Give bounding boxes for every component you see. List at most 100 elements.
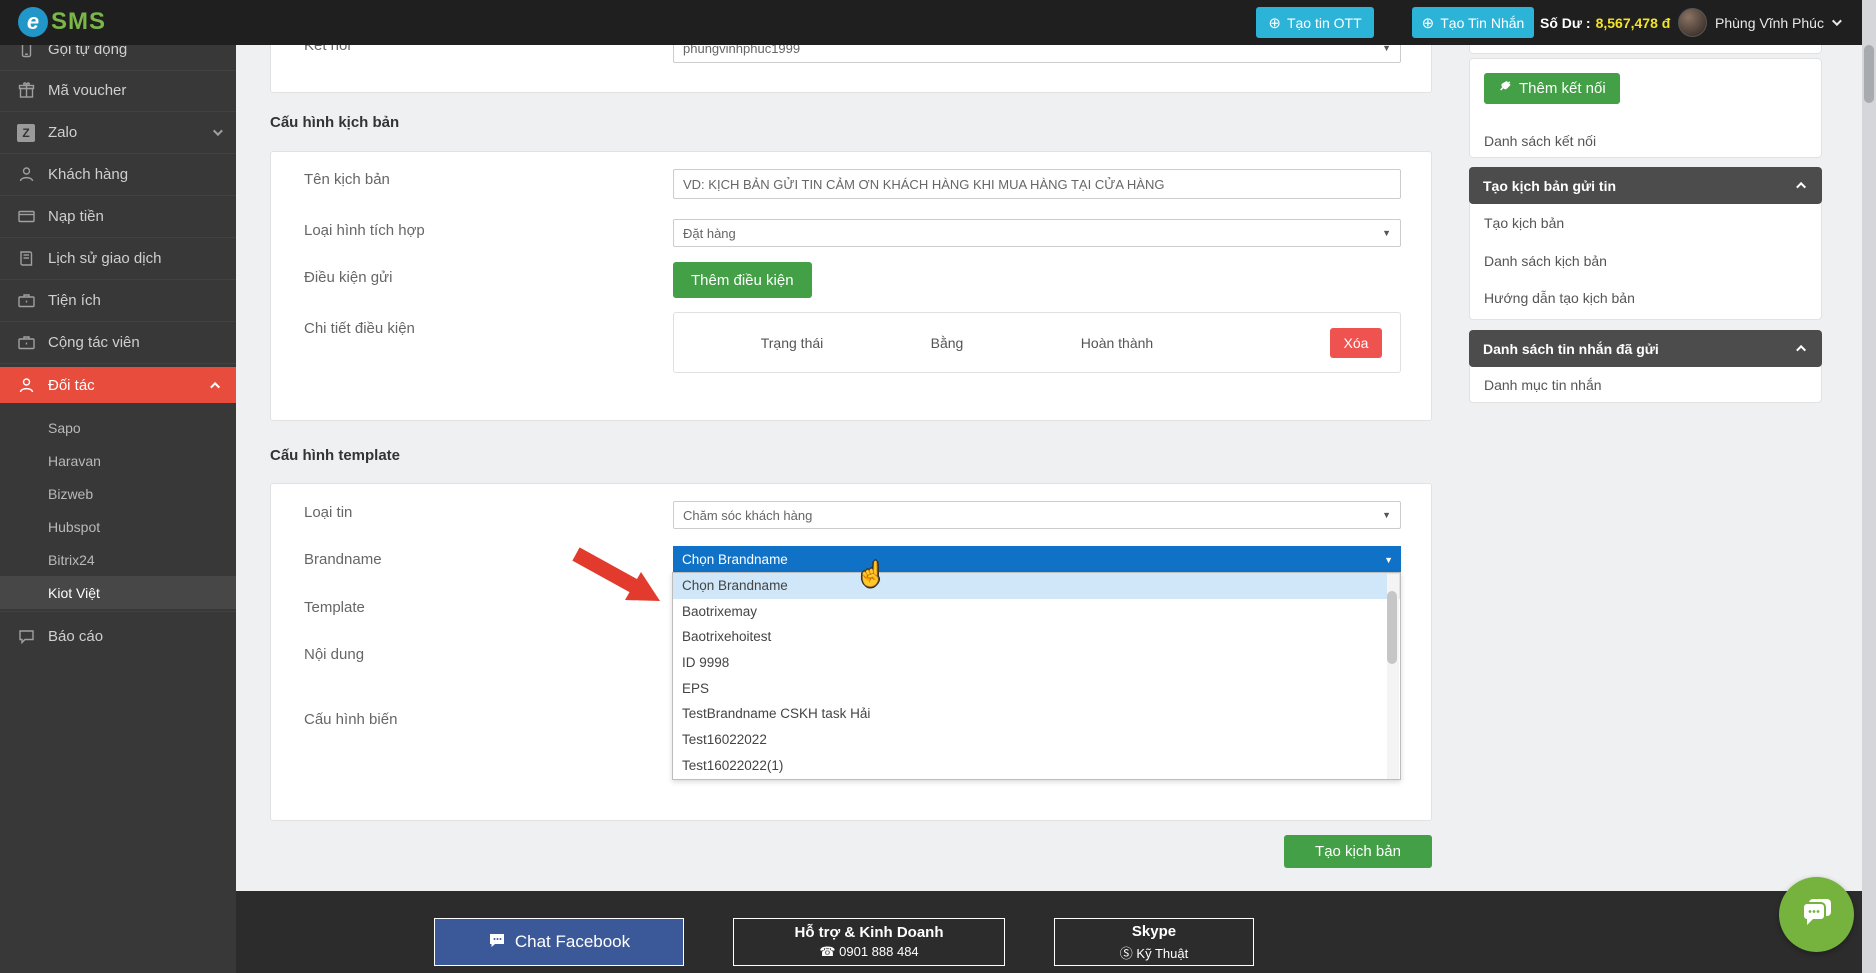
- skype-title: Skype: [1132, 923, 1176, 940]
- page-scrollbar-thumb[interactable]: [1864, 45, 1874, 103]
- script-list-link[interactable]: Danh sách kịch bản: [1484, 253, 1607, 269]
- sidebar-item-khach-hang[interactable]: Khách hàng: [0, 154, 236, 196]
- script-name-label: Tên kịch bản: [304, 171, 390, 188]
- integration-type-value: Đặt hàng: [683, 226, 736, 241]
- chat-bubbles-icon: [1797, 892, 1837, 937]
- delete-condition-button[interactable]: Xóa: [1330, 328, 1382, 358]
- sidebar-subitem-sapo[interactable]: Sapo: [0, 411, 236, 444]
- dropdown-scrollbar-thumb[interactable]: [1387, 591, 1397, 664]
- sidebar-item-nap-tien[interactable]: Nạp tiền: [0, 196, 236, 238]
- user-menu[interactable]: Phùng Vĩnh Phúc: [1715, 0, 1839, 45]
- dropdown-scrollbar[interactable]: [1387, 574, 1399, 779]
- sidebar-item-doi-tac[interactable]: Đối tác: [0, 367, 236, 403]
- chat-facebook-label: Chat Facebook: [515, 932, 630, 952]
- sidebar-item-label: Cộng tác viên: [48, 334, 140, 351]
- person-icon: [17, 166, 35, 183]
- brandname-dropdown: Chọn Brandname Baotrixemay Baotrixehoite…: [672, 572, 1401, 780]
- send-condition-label: Điều kiện gửi: [304, 269, 392, 286]
- message-type-select[interactable]: Chăm sóc khách hàng ▼: [673, 501, 1401, 529]
- sidebar-item-lich-su-giao-dich[interactable]: Lịch sử giao dịch: [0, 238, 236, 280]
- create-script-button[interactable]: Tạo kịch bản: [1284, 835, 1432, 868]
- content-label: Nội dung: [304, 646, 364, 663]
- dropdown-option[interactable]: Baotrixemay: [673, 599, 1400, 625]
- sidebar-item-label: Zalo: [48, 124, 77, 141]
- support-contact-button[interactable]: Hỗ trợ & Kinh Doanh ☎ 0901 888 484: [733, 918, 1005, 966]
- add-connection-button[interactable]: Thêm kết nối: [1484, 73, 1620, 104]
- dropdown-option[interactable]: Test16022022(1): [673, 753, 1400, 779]
- user-name: Phùng Vĩnh Phúc: [1715, 15, 1824, 31]
- sidebar-subitem-haravan[interactable]: Haravan: [0, 444, 236, 477]
- sidebar-item-goi-tu-dong[interactable]: Gọi tự động: [0, 45, 236, 71]
- logo-text: SMS: [51, 8, 106, 36]
- create-script-link[interactable]: Tạo kịch bản: [1484, 215, 1564, 231]
- dropdown-option[interactable]: Chọn Brandname: [673, 573, 1400, 599]
- credit-card-icon: [17, 208, 35, 225]
- add-condition-button[interactable]: Thêm điều kiện: [673, 262, 812, 298]
- condition-value: Hoàn thành: [1057, 335, 1177, 351]
- footer: Chat Facebook Hỗ trợ & Kinh Doanh ☎ 0901…: [236, 891, 1862, 973]
- create-ott-button[interactable]: ⊕ Tạo tin OTT: [1256, 7, 1374, 38]
- create-sms-button[interactable]: ⊕ Tạo Tin Nhắn: [1412, 7, 1534, 38]
- skype-icon: Ⓢ: [1120, 946, 1133, 961]
- integration-type-select[interactable]: Đặt hàng ▼: [673, 219, 1401, 247]
- facebook-chat-icon: [488, 931, 506, 954]
- chevron-up-icon: [210, 381, 220, 391]
- sidebar-subitem-bizweb[interactable]: Bizweb: [0, 477, 236, 510]
- template-label: Template: [304, 599, 365, 616]
- sidebar-item-label: Gọi tự động: [48, 45, 127, 58]
- chat-bubble-icon: [17, 628, 35, 645]
- sidebar-item-label: Báo cáo: [48, 628, 103, 645]
- dropdown-option[interactable]: Baotrixehoitest: [673, 624, 1400, 650]
- live-chat-widget-button[interactable]: [1779, 877, 1854, 952]
- connection-list-link[interactable]: Danh sách kết nối: [1484, 133, 1596, 149]
- group-header-create-script[interactable]: Tạo kịch bản gửi tin: [1469, 167, 1822, 204]
- sidebar-item-bao-cao[interactable]: Báo cáo: [0, 615, 236, 657]
- section-title-script-config: Cấu hình kịch bản: [270, 114, 399, 131]
- message-type-value: Chăm sóc khách hàng: [683, 508, 812, 523]
- balance-label: Số Dư :: [1540, 15, 1591, 31]
- dropdown-option[interactable]: ID 9998: [673, 650, 1400, 676]
- sidebar-item-ma-voucher[interactable]: Mã voucher: [0, 70, 236, 112]
- sidebar-item-cong-tac-vien[interactable]: Cộng tác viên: [0, 322, 236, 364]
- section-title-template-config: Cấu hình template: [270, 447, 400, 464]
- dropdown-option[interactable]: TestBrandname CSKH task Hải: [673, 701, 1400, 727]
- sidebar-subitem-kiot-viet[interactable]: Kiot Việt: [0, 576, 236, 609]
- person-icon: [17, 377, 35, 394]
- support-phone: ☎ 0901 888 484: [819, 944, 918, 960]
- brandname-value: Chọn Brandname: [682, 552, 788, 567]
- condition-row: Trạng thái Bằng Hoàn thành Xóa: [673, 312, 1401, 373]
- message-type-label: Loại tin: [304, 504, 352, 521]
- sidebar-item-label: Khách hàng: [48, 166, 128, 183]
- book-icon: [17, 250, 35, 267]
- dropdown-option[interactable]: EPS: [673, 676, 1400, 702]
- briefcase-icon: [17, 334, 35, 351]
- add-connection-label: Thêm kết nối: [1519, 80, 1606, 97]
- condition-field: Trạng thái: [732, 335, 852, 351]
- sidebar-nav: Gọi tự động Mã voucher Z Zalo Khách hàng…: [0, 45, 236, 973]
- plug-icon: [1498, 80, 1512, 98]
- message-category-link[interactable]: Danh mục tin nhắn: [1484, 377, 1602, 393]
- skype-contact-button[interactable]: Skype Ⓢ Kỹ Thuật: [1054, 918, 1254, 966]
- sidebar-item-tien-ich[interactable]: Tiện ích: [0, 280, 236, 322]
- condition-detail-label: Chi tiết điều kiện: [304, 320, 415, 337]
- avatar[interactable]: [1678, 8, 1707, 37]
- caret-down-icon: ▼: [1382, 510, 1391, 520]
- sidebar-subitem-bitrix24[interactable]: Bitrix24: [0, 543, 236, 576]
- group-header-sent-messages[interactable]: Danh sách tin nhắn đã gửi: [1469, 330, 1822, 367]
- sidebar-item-zalo[interactable]: Z Zalo: [0, 112, 236, 154]
- sidebar-subitem-hubspot[interactable]: Hubspot: [0, 510, 236, 543]
- script-guide-link[interactable]: Hướng dẫn tạo kịch bản: [1484, 290, 1635, 306]
- balance-value: 8,567,478 đ: [1596, 15, 1671, 31]
- balance: Số Dư : 8,567,478 đ: [1540, 0, 1670, 45]
- script-name-input[interactable]: VD: KỊCH BẢN GỬI TIN CẢM ƠN KHÁCH HÀNG K…: [673, 169, 1401, 199]
- chat-facebook-button[interactable]: Chat Facebook: [434, 918, 684, 966]
- esms-logo[interactable]: e SMS: [18, 7, 106, 37]
- plus-circle-icon: ⊕: [1422, 14, 1435, 32]
- brandname-select[interactable]: Chọn Brandname ▼: [673, 546, 1401, 573]
- dropdown-option[interactable]: Test16022022: [673, 727, 1400, 753]
- gift-icon: [17, 82, 35, 99]
- page-scrollbar[interactable]: [1862, 0, 1876, 973]
- logo-e-icon: e: [18, 7, 48, 37]
- divider: [0, 611, 236, 612]
- zalo-icon: Z: [17, 124, 35, 142]
